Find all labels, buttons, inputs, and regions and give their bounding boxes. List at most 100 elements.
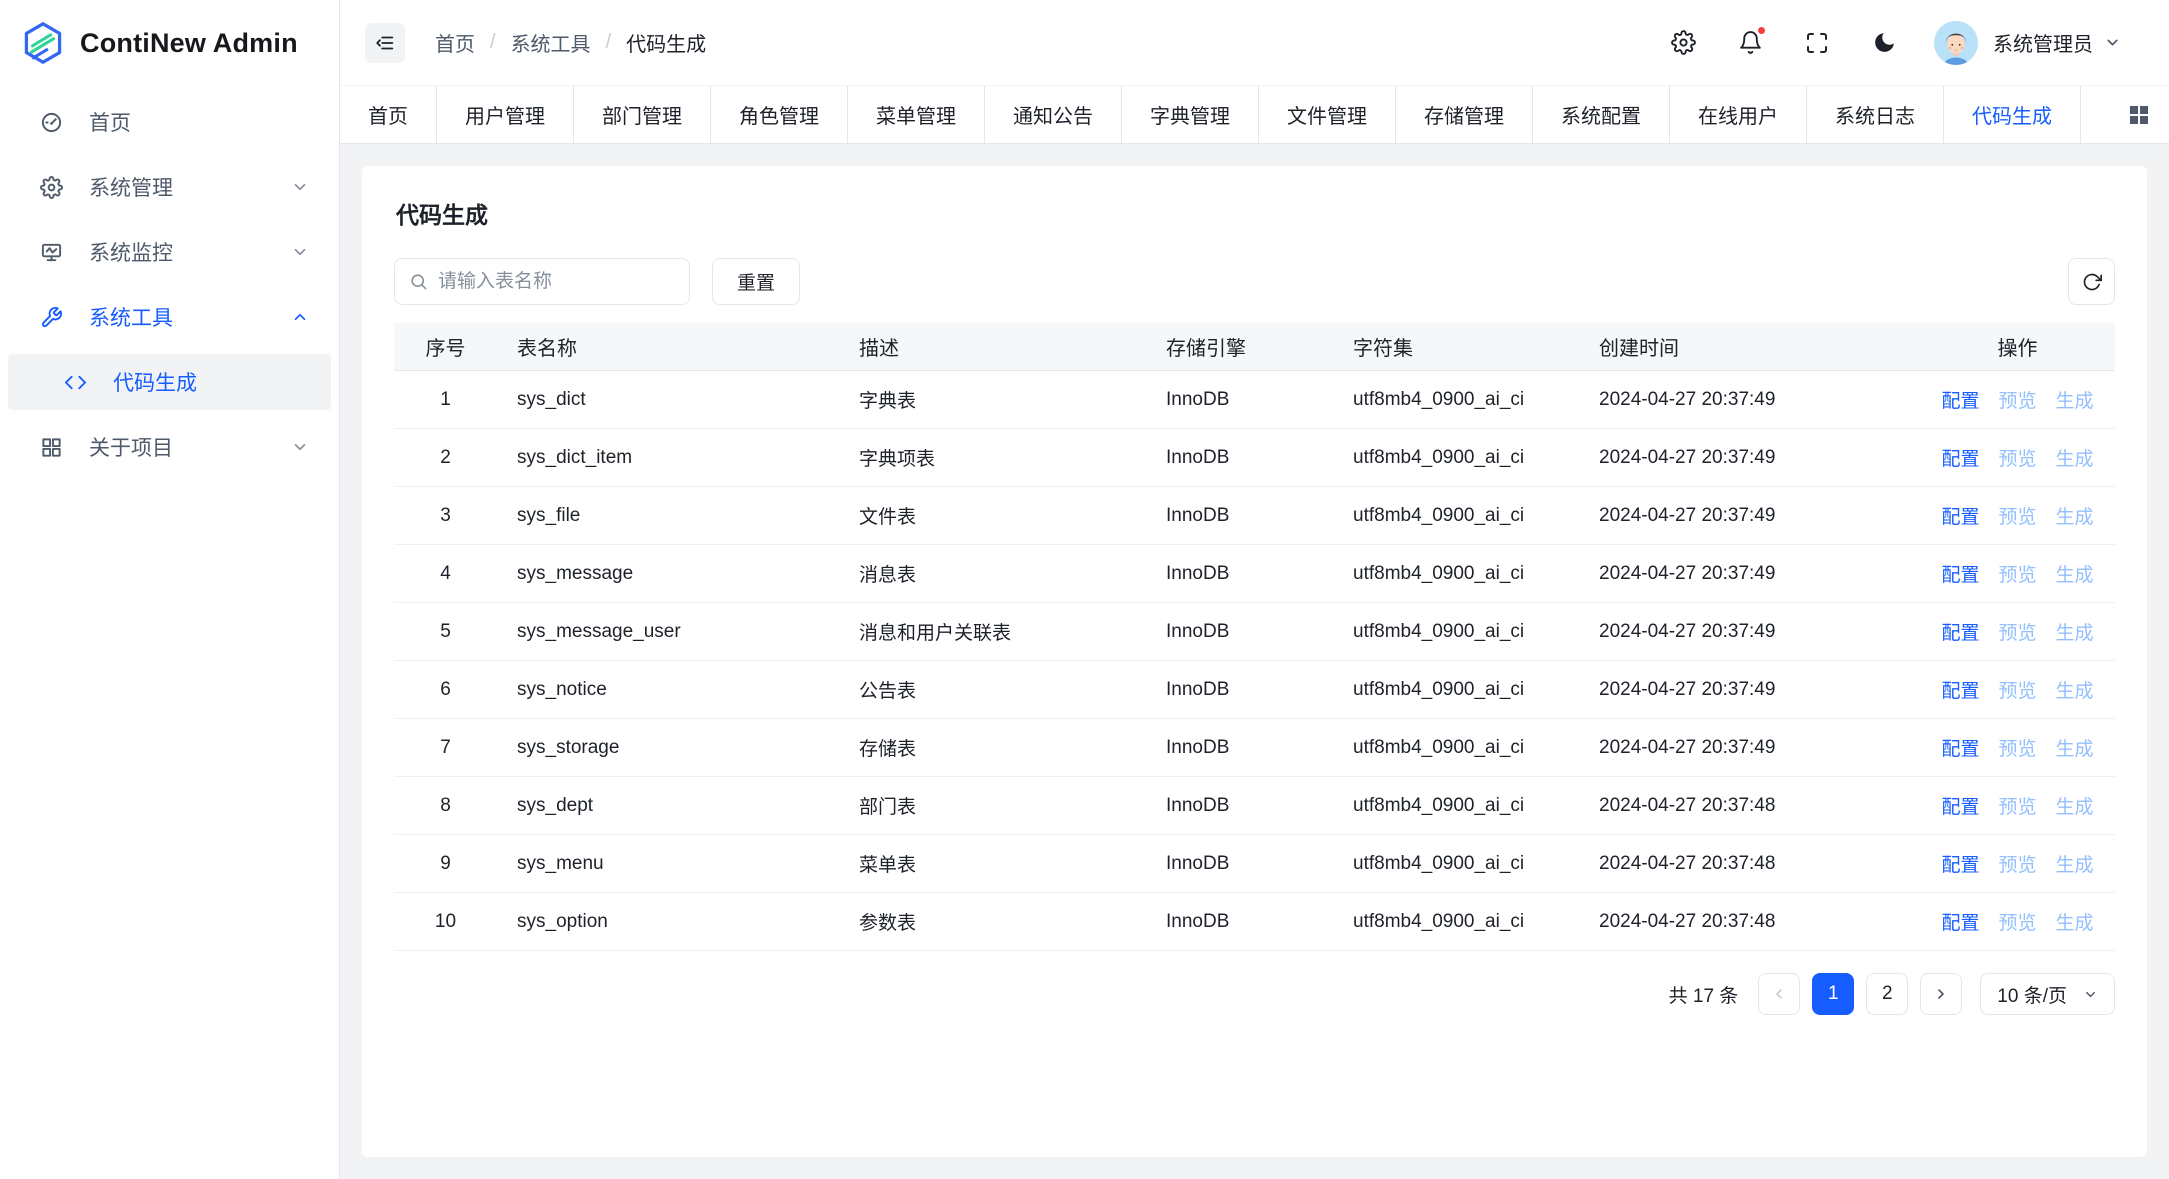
generate-link[interactable]: 生成 [2056,676,2094,703]
tab-role-mgmt[interactable]: 角色管理 [711,86,848,143]
preview-link[interactable]: 预览 [1998,444,2036,471]
generate-link[interactable]: 生成 [2056,908,2094,935]
row-actions: 配置 预览 生成 [1920,734,2115,761]
sidebar-item-system-monitor[interactable]: 系统监控 [8,224,331,280]
generate-link[interactable]: 生成 [2056,560,2094,587]
chevron-left-icon [1771,986,1787,1002]
tab-dept-mgmt[interactable]: 部门管理 [574,86,711,143]
sidebar-item-about[interactable]: 关于项目 [8,419,331,475]
tab-file-mgmt[interactable]: 文件管理 [1259,86,1396,143]
column-header-charset: 字符集 [1333,332,1579,361]
sidebar-item-system-mgmt[interactable]: 系统管理 [8,159,331,215]
code-icon [64,371,87,394]
row-index: 9 [394,853,497,875]
app-logo[interactable]: ContiNew Admin [0,0,339,86]
breadcrumb-home[interactable]: 首页 [435,28,475,57]
preview-link[interactable]: 预览 [1998,502,2036,529]
config-link[interactable]: 配置 [1941,792,1979,819]
preview-link[interactable]: 预览 [1998,386,2036,413]
config-link[interactable]: 配置 [1941,444,1979,471]
fullscreen-button[interactable] [1800,26,1834,60]
generate-link[interactable]: 生成 [2056,734,2094,761]
chevron-down-icon[interactable] [2104,34,2121,51]
notification-dot [1756,25,1767,36]
chevron-down-icon [291,243,309,261]
generate-link[interactable]: 生成 [2056,850,2094,877]
table-row: 4 sys_message 消息表 InnoDB utf8mb4_0900_ai… [394,545,2115,603]
header-actions: 系统管理员 [1666,21,2121,65]
generate-link[interactable]: 生成 [2056,386,2094,413]
preview-link[interactable]: 预览 [1998,560,2036,587]
tab-codegen[interactable]: 代码生成 [1944,86,2081,143]
generate-link[interactable]: 生成 [2056,444,2094,471]
preview-link[interactable]: 预览 [1998,908,2036,935]
generate-link[interactable]: 生成 [2056,792,2094,819]
app-root: ContiNew Admin 首页 系统管理 [0,0,2169,1179]
config-link[interactable]: 配置 [1941,734,1979,761]
avatar[interactable] [1934,21,1978,65]
sidebar-item-codegen[interactable]: 代码生成 [8,354,331,410]
collapse-sidebar-button[interactable] [365,23,405,63]
chevron-down-icon [291,178,309,196]
logo-icon [20,20,66,66]
prev-page-button[interactable] [1758,973,1800,1015]
tab-system-config[interactable]: 系统配置 [1533,86,1670,143]
dashboard-icon [40,111,63,134]
tab-online-users[interactable]: 在线用户 [1670,86,1807,143]
breadcrumb-system-tools[interactable]: 系统工具 [511,28,591,57]
preview-link[interactable]: 预览 [1998,676,2036,703]
charset-cell: utf8mb4_0900_ai_ci [1333,679,1579,701]
tab-user-mgmt[interactable]: 用户管理 [437,86,574,143]
sidebar-item-system-tools[interactable]: 系统工具 [8,289,331,345]
sidebar-item-label: 代码生成 [113,367,309,397]
tab-menu-mgmt[interactable]: 菜单管理 [848,86,985,143]
notifications-button[interactable] [1733,26,1767,60]
config-link[interactable]: 配置 [1941,676,1979,703]
row-index: 3 [394,505,497,527]
tab-storage-mgmt[interactable]: 存储管理 [1396,86,1533,143]
preview-link[interactable]: 预览 [1998,850,2036,877]
tab-home[interactable]: 首页 [340,86,437,143]
desc-cell: 消息表 [839,560,1146,587]
page-size-select[interactable]: 10 条/页 [1980,973,2115,1015]
tab-notice[interactable]: 通知公告 [985,86,1122,143]
column-header-created: 创建时间 [1579,332,1920,361]
column-header-actions: 操作 [1920,332,2115,361]
engine-cell: InnoDB [1146,853,1333,875]
search-input[interactable] [438,271,675,293]
reset-button[interactable]: 重置 [712,258,800,305]
config-link[interactable]: 配置 [1941,502,1979,529]
preview-link[interactable]: 预览 [1998,618,2036,645]
tab-system-log[interactable]: 系统日志 [1807,86,1944,143]
generate-link[interactable]: 生成 [2056,618,2094,645]
row-index: 8 [394,795,497,817]
config-link[interactable]: 配置 [1941,560,1979,587]
chevron-down-icon [291,438,309,456]
config-link[interactable]: 配置 [1941,618,1979,645]
generate-link[interactable]: 生成 [2056,502,2094,529]
user-name[interactable]: 系统管理员 [1993,28,2093,57]
page-button-1[interactable]: 1 [1812,973,1854,1015]
dark-mode-toggle[interactable] [1867,26,1901,60]
table-row: 7 sys_storage 存储表 InnoDB utf8mb4_0900_ai… [394,719,2115,777]
desc-cell: 菜单表 [839,850,1146,877]
tab-actions-button[interactable] [2109,86,2169,143]
search-box [394,258,690,305]
settings-button[interactable] [1666,26,1700,60]
preview-link[interactable]: 预览 [1998,734,2036,761]
main-area: 首页 / 系统工具 / 代码生成 [340,0,2169,1179]
config-link[interactable]: 配置 [1941,908,1979,935]
tab-dict-mgmt[interactable]: 字典管理 [1122,86,1259,143]
sidebar-item-label: 系统监控 [89,237,265,267]
monitor-icon [40,241,63,264]
sidebar-item-home[interactable]: 首页 [8,94,331,150]
page-button-2[interactable]: 2 [1866,973,1908,1015]
next-page-button[interactable] [1920,973,1962,1015]
refresh-button[interactable] [2068,258,2115,305]
config-link[interactable]: 配置 [1941,850,1979,877]
preview-link[interactable]: 预览 [1998,792,2036,819]
config-link[interactable]: 配置 [1941,386,1979,413]
toolbar: 重置 [394,258,2115,305]
gear-icon [40,176,63,199]
breadcrumb-separator: / [490,31,496,54]
